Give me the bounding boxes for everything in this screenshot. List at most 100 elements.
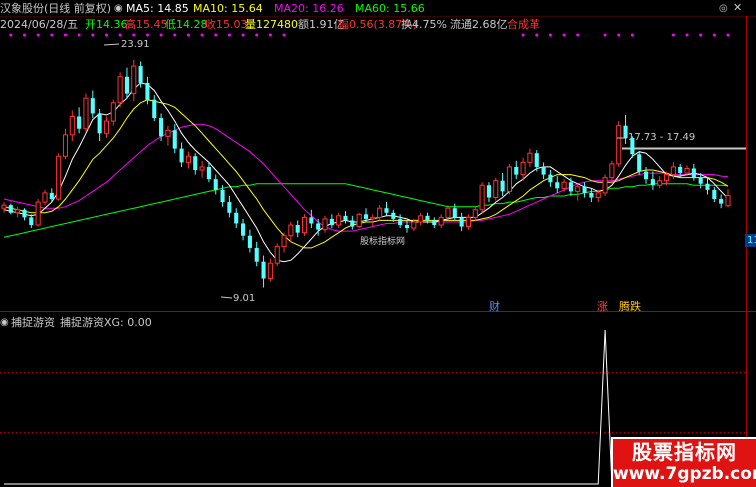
signal-dots [9,33,730,37]
candle-body-up [438,216,444,226]
signal-dot [268,33,272,37]
candle-body-down [309,217,314,224]
stock-chart-window: 汉象股份(日线 前复权) ◉ MA5: 14.85 MA10: 15.64 MA… [0,0,756,487]
candle-body-up [609,163,615,179]
candle-body-up [42,192,48,203]
candle-body-down [391,212,396,219]
candle-body-down [329,218,334,226]
candle-body-down [384,208,389,213]
candle-body-up [561,181,567,189]
candle-body-down [589,192,594,198]
candle-body-down [227,202,232,213]
candle-body-up [595,192,601,199]
candle-body-up [616,125,622,165]
window-close-icon[interactable]: ✕ [733,1,742,14]
signal-dot [63,33,67,37]
candle-body-up [725,195,731,207]
settings-icon[interactable]: ◉ [114,2,123,15]
candle-body-down [500,180,505,192]
signal-dot [726,33,730,37]
candle-body-up [131,65,137,95]
candle-body-down [691,168,696,178]
indicator-settings-icon[interactable]: ◉ [0,316,9,329]
candle-body-up [465,216,472,228]
signal-dot [617,33,621,37]
candle-body-down [213,179,218,190]
candle-body-up [281,235,287,247]
candle-body-down [220,189,225,203]
candle-body-up [472,209,478,218]
candle-body-down [534,153,539,167]
signal-dot [603,33,607,37]
signal-dot [36,33,40,37]
candle-body-down [343,215,348,221]
candle-body-down [719,199,724,204]
marker-cai[interactable]: 财 [489,300,500,313]
candle-body-down [650,179,655,186]
candle-body-up [575,186,581,192]
signal-dot [22,33,26,37]
candle-body-down [398,218,403,226]
candle-body-down [179,148,184,163]
info-sector: 合成革 [507,18,540,31]
candle-body-down [350,220,355,227]
info-turnover: 换4.75% [401,18,447,31]
candle-body-down [637,154,642,172]
candle-body-up [602,177,608,194]
signal-dot [282,33,286,37]
candle-body-down [705,183,710,190]
candle-body-down [582,186,587,193]
marker-zhang[interactable]: 涨 [597,300,608,313]
candle-body-up [370,216,376,220]
candle-body-down [452,208,457,218]
candle-body-down [486,185,491,198]
watermark-title: 股票指标网 [632,440,737,464]
candle-body-down [8,205,13,213]
candle-body-up [267,262,273,279]
range-price-label: 17.73 - 17.49 [628,132,696,143]
signal-dot [227,33,231,37]
peak-price-label: 23.91 [121,39,150,50]
info-open: 开14.36 [85,18,128,31]
candle-body-up [56,155,62,200]
signal-dot [630,33,634,37]
info-high: 高15.45 [125,18,168,31]
candle-body-down [363,214,369,219]
candle-body-up [377,207,383,218]
signal-dot [104,33,108,37]
candle-body-down [138,66,143,83]
marker-tengtie[interactable]: 腾跌 [619,300,641,313]
candle-body-down [97,113,102,134]
candle-body-up [336,215,342,226]
candle-body-up [103,120,110,134]
candle-body-down [432,220,437,226]
signal-dot [186,33,190,37]
signal-dot [173,33,177,37]
signal-dot [521,33,525,37]
signal-dot [576,33,580,37]
indicator-value: 捕捉游资XG: 0.00 [60,316,152,329]
info-float-shares: 流通2.68亿 [450,18,508,31]
candle-body-up [110,102,116,122]
candle-body-up [418,215,424,223]
candle-body-up [83,97,89,130]
signal-dot [9,33,13,37]
candle-body-down [124,76,129,94]
indicator-name: 捕捉游资 [11,316,55,329]
right-edge-price-tag: 11 [745,234,756,247]
candle-body-up [274,245,280,264]
signal-dot [132,33,136,37]
ma20-label: MA20: 16.26 [274,2,344,15]
window-menu-icon[interactable]: ◎ [719,2,728,15]
info-date: 2024/06/28/五 [0,18,79,31]
peak-arrow [103,43,120,46]
candle-body-down [459,217,464,227]
candle-body-down [712,189,717,200]
ma60-label: MA60: 15.66 [355,2,425,15]
signal-dot [562,33,566,37]
candle-body-down [49,192,54,200]
candle-body-down [254,247,259,262]
candle-body-up [657,180,663,186]
candle-body-down [698,177,703,184]
signal-dot [118,33,122,37]
